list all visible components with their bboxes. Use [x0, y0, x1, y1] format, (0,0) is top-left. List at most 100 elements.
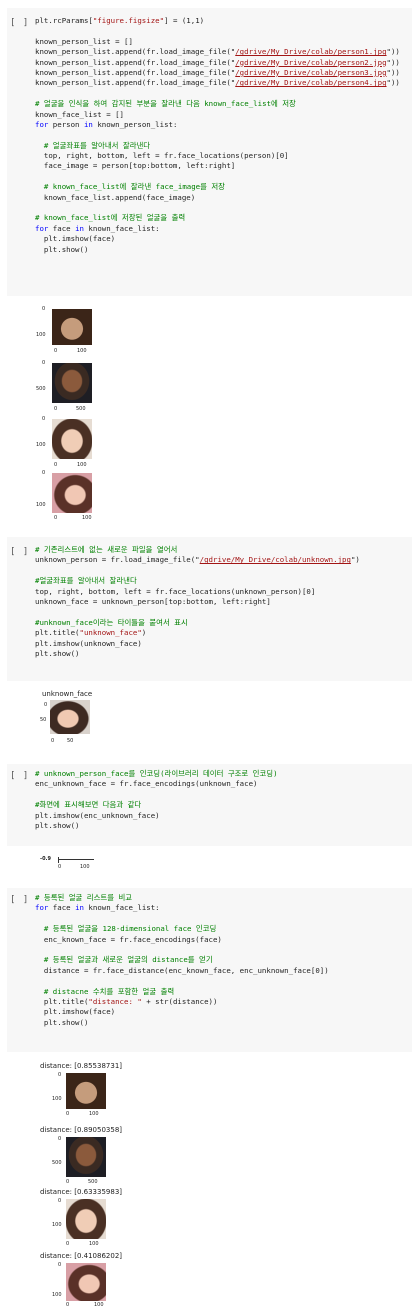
- code-line[interactable]: distance = fr.face_distance(enc_known_fa…: [35, 966, 412, 976]
- xtick-label: 0: [54, 515, 58, 521]
- code-line[interactable]: # 얼굴좌표를 알아내서 잘라낸다: [35, 141, 412, 151]
- code-line[interactable]: plt.show(): [35, 1018, 412, 1028]
- code-line[interactable]: [35, 89, 412, 99]
- code-token: # 얼굴을 인식을 하여 감지된 부분을 잘라낸 다음 known_face_l…: [35, 99, 296, 109]
- run-cell-button[interactable]: [ ]: [10, 18, 29, 28]
- code-line[interactable]: unknown_person = fr.load_image_file("/gd…: [35, 555, 412, 565]
- code-token: known_person_list.append(fr.load_image_f…: [35, 47, 236, 57]
- code-line[interactable]: # 기존리스트에 없는 새로운 파일을 열어서: [35, 545, 412, 555]
- code-line[interactable]: plt.title("distance: " + str(distance)): [35, 997, 412, 1007]
- plot-title: unknown_face: [42, 690, 93, 698]
- code-line[interactable]: #화면에 표시해보면 다음과 같다: [35, 800, 412, 810]
- output-area-3: -0.9 0 100: [0, 852, 413, 878]
- code-token: known_face_list.append(face_image): [35, 192, 196, 202]
- ytick-label: 50: [40, 717, 47, 723]
- face-image: [52, 419, 92, 459]
- code-token: in: [83, 119, 93, 129]
- code-token: "unknown_face": [79, 628, 142, 638]
- code-token: person: [48, 119, 84, 129]
- code-line[interactable]: for face in known_face_list:: [35, 903, 412, 913]
- code-token: for: [35, 223, 49, 233]
- code-line[interactable]: plt.imshow(face): [35, 1007, 412, 1017]
- code-line[interactable]: known_face_list = []: [35, 110, 412, 120]
- code-token: # 등록된 얼굴과 새로운 얼굴의 distance를 얻기: [35, 955, 213, 965]
- ytick-label: 500: [52, 1160, 62, 1166]
- code-line[interactable]: plt.rcParams["figure.figsize"] = (1,1): [35, 16, 412, 26]
- code-line[interactable]: [35, 607, 412, 617]
- code-line[interactable]: face_image = person[top:bottom, left:rig…: [35, 161, 412, 171]
- xtick-label: 0: [54, 462, 58, 468]
- code-line[interactable]: plt.imshow(unknown_face): [35, 639, 412, 649]
- code-line[interactable]: [35, 945, 412, 955]
- xtick-label: 100: [80, 864, 90, 870]
- code-line[interactable]: # known_face_list에 잘라낸 face_image를 저장: [35, 182, 412, 192]
- code-editor[interactable]: # unknown_person_face를 인코딩(라이브러리 데이터 구조로…: [35, 769, 412, 831]
- code-line[interactable]: # unknown_person_face를 인코딩(라이브러리 데이터 구조로…: [35, 769, 412, 779]
- code-cell-2[interactable]: [ ] # 기존리스트에 없는 새로운 파일을 열어서 unknown_perso…: [7, 537, 412, 681]
- code-token: distance = fr.face_distance(enc_known_fa…: [35, 965, 329, 975]
- code-line[interactable]: plt.imshow(face): [35, 234, 412, 244]
- code-line[interactable]: plt.imshow(enc_unknown_face): [35, 811, 412, 821]
- run-cell-button[interactable]: [ ]: [10, 771, 29, 781]
- code-line[interactable]: [35, 914, 412, 924]
- code-line[interactable]: enc_known_face = fr.face_encodings(face): [35, 935, 412, 945]
- ytick-label: -0.9: [40, 856, 51, 862]
- code-line[interactable]: #얼굴좌표를 알아내서 잘라낸다: [35, 576, 412, 586]
- code-line[interactable]: [35, 130, 412, 140]
- code-line[interactable]: top, right, bottom, left = fr.face_locat…: [35, 151, 412, 161]
- code-editor[interactable]: plt.rcParams["figure.figsize"] = (1,1) kn…: [35, 16, 412, 255]
- code-line[interactable]: for person in known_person_list:: [35, 120, 412, 130]
- code-token: plt.imshow(enc_unknown_face): [35, 810, 160, 820]
- code-line[interactable]: known_person_list.append(fr.load_image_f…: [35, 58, 412, 68]
- code-line[interactable]: [35, 203, 412, 213]
- code-line[interactable]: # 등록된 얼굴과 새로운 얼굴의 distance를 얻기: [35, 955, 412, 965]
- code-line[interactable]: # known_face_list에 저장된 얼굴을 출력: [35, 213, 412, 223]
- code-token: top, right, bottom, left = fr.face_locat…: [35, 586, 316, 596]
- ytick-label: 0: [42, 416, 46, 422]
- code-line[interactable]: #unknown_face이라는 타이틀을 붙여서 표시: [35, 618, 412, 628]
- code-line[interactable]: [35, 790, 412, 800]
- code-editor[interactable]: # 등록된 얼굴 리스트를 비교 for face in known_face_l…: [35, 893, 412, 1028]
- code-line[interactable]: enc_unknown_face = fr.face_encodings(unk…: [35, 779, 412, 789]
- output-area-1: 0 100 0 100 0 500 0 500 0 100 0 100 0 10…: [0, 300, 413, 521]
- run-cell-button[interactable]: [ ]: [10, 895, 29, 905]
- code-token: #unknown_face이라는 타이틀을 붙여서 표시: [35, 617, 188, 627]
- code-line[interactable]: # 등록된 얼굴을 128-dimensional face 인코딩: [35, 924, 412, 934]
- xtick-label: 100: [82, 515, 92, 521]
- code-line[interactable]: [35, 566, 412, 576]
- code-line[interactable]: top, right, bottom, left = fr.face_locat…: [35, 587, 412, 597]
- code-token: /gdrive/My Drive/colab/person4.jpg: [235, 78, 387, 88]
- code-line[interactable]: plt.show(): [35, 649, 412, 659]
- code-cell-1[interactable]: [ ] plt.rcParams["figure.figsize"] = (1,…: [7, 8, 412, 296]
- xtick-label: 0: [66, 1241, 70, 1247]
- code-line[interactable]: plt.show(): [35, 245, 412, 255]
- code-line[interactable]: # distacne 수치를 포함한 얼굴 출력: [35, 987, 412, 997]
- code-cell-4[interactable]: [ ] # 등록된 얼굴 리스트를 비교 for face in known_fa…: [7, 888, 412, 1052]
- code-line[interactable]: # 등록된 얼굴 리스트를 비교: [35, 893, 412, 903]
- encoding-strip: [58, 859, 94, 860]
- code-line[interactable]: known_person_list.append(fr.load_image_f…: [35, 47, 412, 57]
- code-line[interactable]: [35, 26, 412, 36]
- code-line[interactable]: # 얼굴을 인식을 하여 감지된 부분을 잘라낸 다음 known_face_l…: [35, 99, 412, 109]
- code-line[interactable]: for face in known_face_list:: [35, 224, 412, 234]
- code-token: # distacne 수치를 포함한 얼굴 출력: [35, 986, 175, 996]
- code-line[interactable]: unknown_face = unknown_person[top:bottom…: [35, 597, 412, 607]
- code-line[interactable]: [35, 172, 412, 182]
- code-line[interactable]: plt.title("unknown_face"): [35, 628, 412, 638]
- code-cell-3[interactable]: [ ] # unknown_person_face를 인코딩(라이브러리 데이터…: [7, 764, 412, 846]
- code-line[interactable]: plt.show(): [35, 821, 412, 831]
- code-line[interactable]: [35, 976, 412, 986]
- code-token: # 기존리스트에 없는 새로운 파일을 열어서: [35, 545, 178, 554]
- ytick-label: 0: [42, 470, 46, 476]
- code-token: # 등록된 얼굴을 128-dimensional face 인코딩: [35, 924, 217, 934]
- plot-known-face-1: 0 100 0 100: [30, 306, 110, 356]
- code-line[interactable]: known_person_list.append(fr.load_image_f…: [35, 78, 412, 88]
- code-line[interactable]: known_person_list = []: [35, 37, 412, 47]
- code-token: ")): [386, 67, 400, 77]
- run-cell-button[interactable]: [ ]: [10, 547, 29, 557]
- encoding-axis-tick: [58, 857, 59, 863]
- code-editor[interactable]: # 기존리스트에 없는 새로운 파일을 열어서 unknown_person = …: [35, 545, 412, 659]
- code-line[interactable]: known_face_list.append(face_image): [35, 193, 412, 203]
- code-line[interactable]: known_person_list.append(fr.load_image_f…: [35, 68, 412, 78]
- code-token: /gdrive/My Drive/colab/person1.jpg: [235, 47, 387, 57]
